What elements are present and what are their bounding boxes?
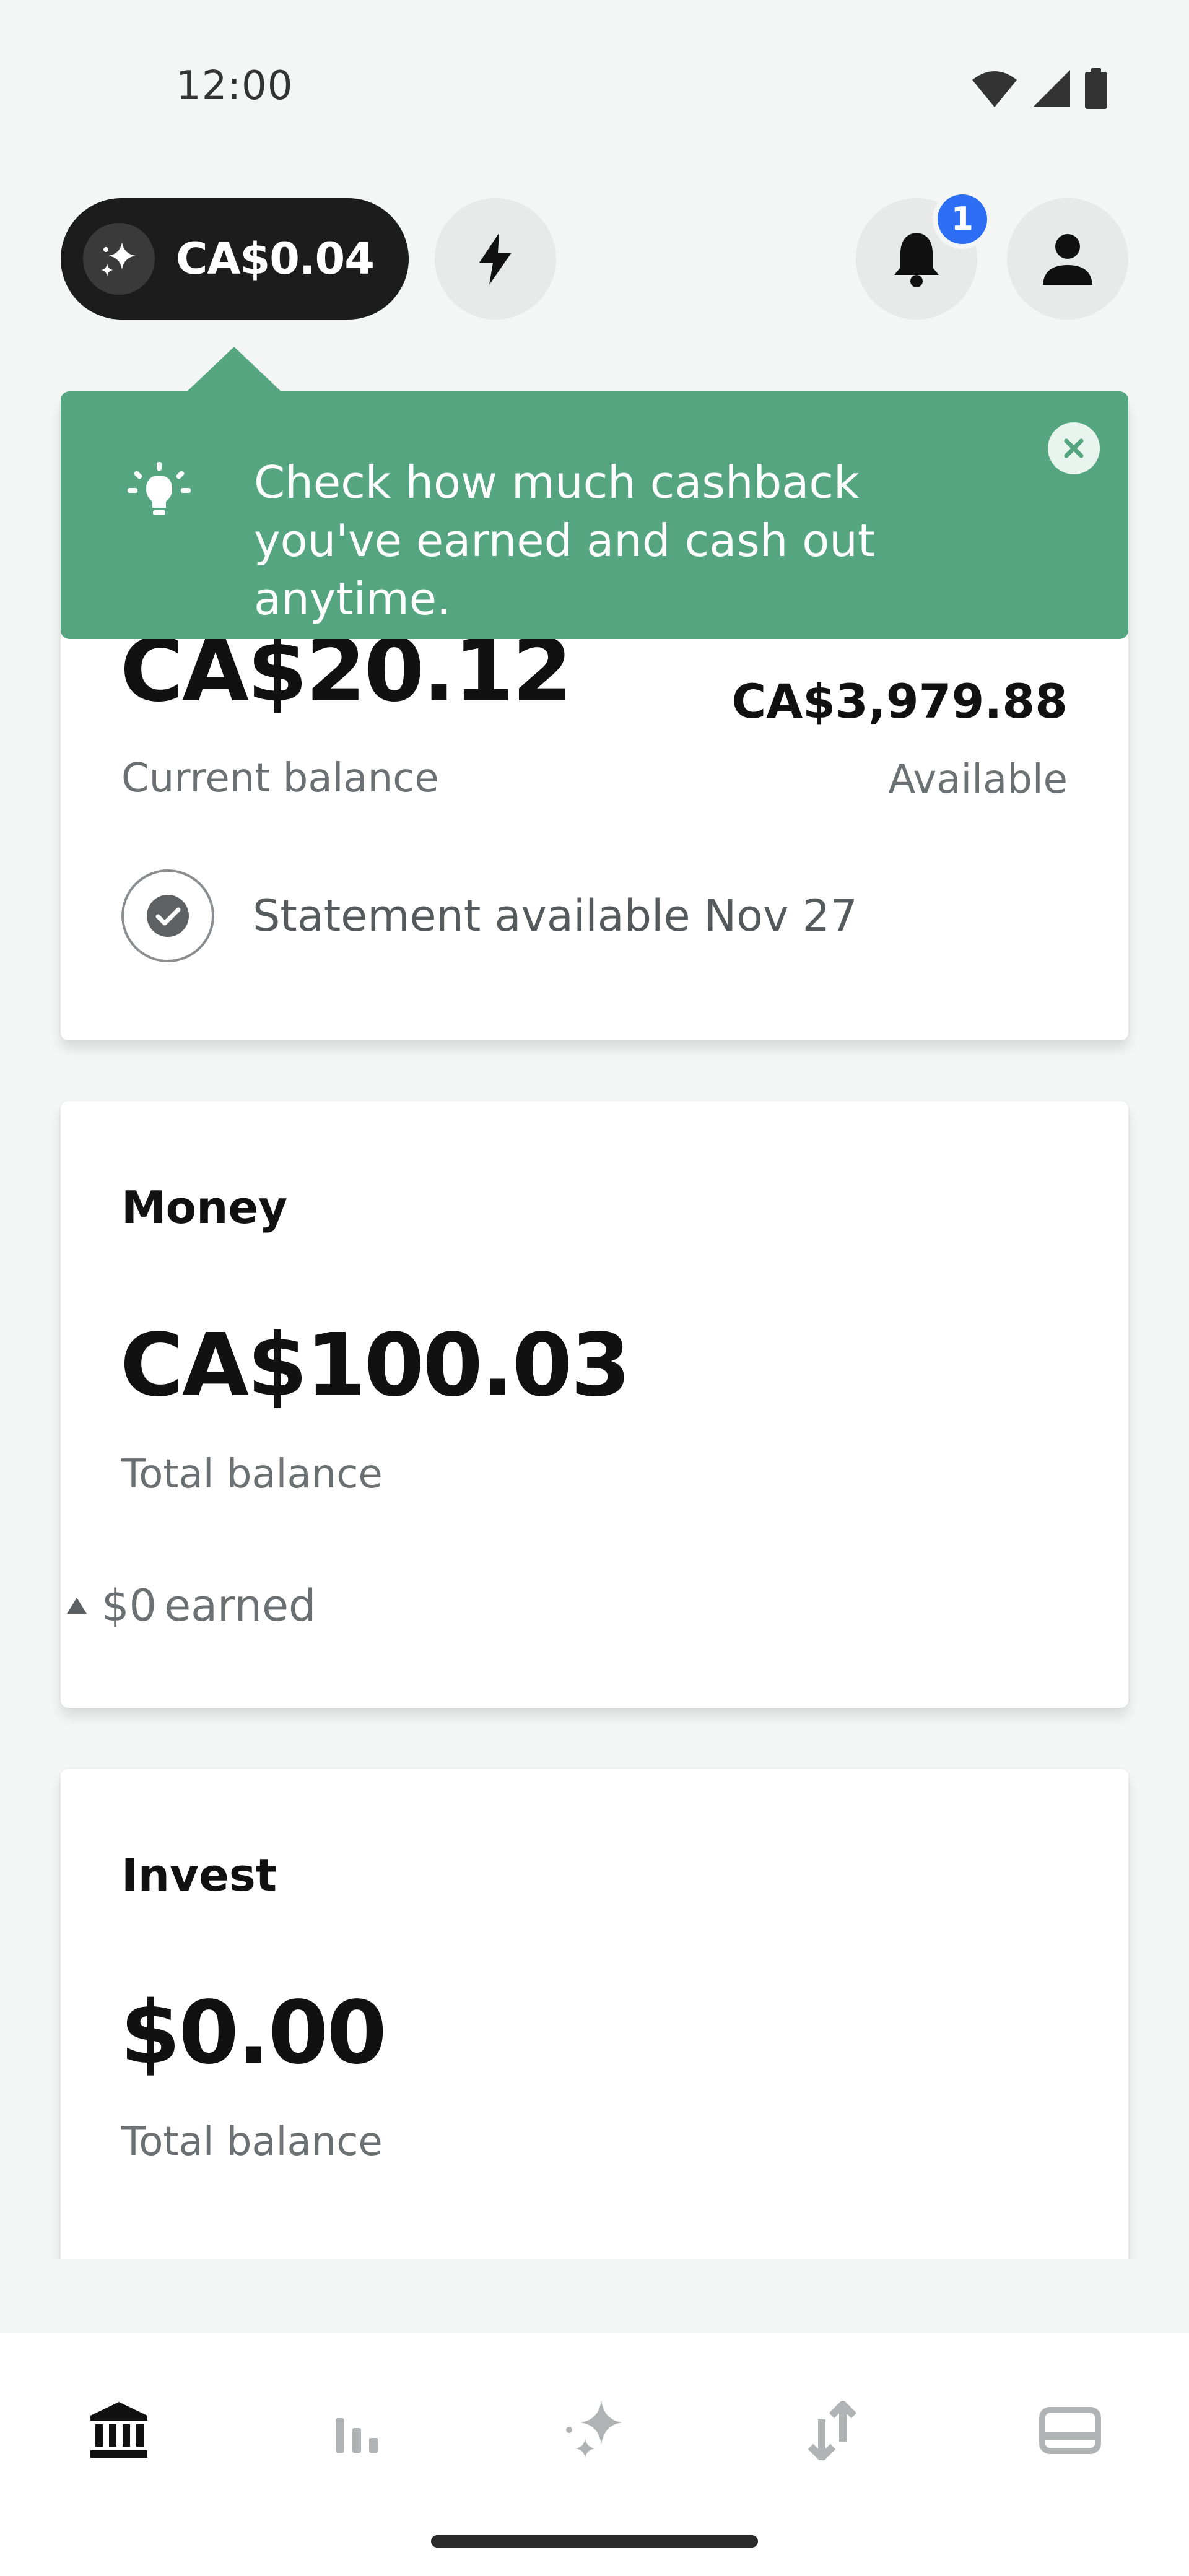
sparkles-icon <box>83 223 155 295</box>
bottom-navigation <box>0 2333 1189 2576</box>
money-earned-label: earned <box>164 1580 316 1631</box>
up-triangle-icon <box>67 1598 87 1614</box>
tooltip-arrow <box>185 347 284 394</box>
status-time: 12:00 <box>176 63 294 109</box>
status-bar: 12:00 <box>0 0 1189 180</box>
invest-card-title: Invest <box>121 1849 277 1901</box>
tooltip-text: Check how much cashback you've earned an… <box>254 456 876 625</box>
status-icons <box>971 68 1107 109</box>
nav-activity[interactable] <box>295 2384 419 2477</box>
money-earned-row: $0 earned <box>67 1580 316 1631</box>
nav-transfers[interactable] <box>770 2384 894 2477</box>
lightning-icon <box>479 233 512 285</box>
money-earned-amount: $0 <box>102 1580 157 1631</box>
person-icon <box>1043 234 1092 285</box>
check-circle-icon <box>121 869 214 962</box>
battery-icon <box>1085 68 1107 109</box>
cashback-amount: CA$0.04 <box>176 233 375 284</box>
invest-total-balance: $0.00 <box>120 1983 387 2084</box>
close-tooltip-button[interactable] <box>1048 422 1100 474</box>
cashback-tooltip: Check how much cashback you've earned an… <box>61 391 1128 639</box>
card-icon <box>1039 2407 1101 2454</box>
bell-icon <box>894 233 939 287</box>
current-balance-label: Current balance <box>121 755 439 801</box>
available-amount: CA$3,979.88 <box>731 674 1068 729</box>
bottom-divider-area <box>0 2259 1189 2333</box>
money-total-balance-label: Total balance <box>121 1451 383 1497</box>
boost-button[interactable] <box>435 198 556 320</box>
money-total-balance: CA$100.03 <box>120 1315 631 1416</box>
invest-total-balance-label: Total balance <box>121 2119 383 2165</box>
home-indicator[interactable] <box>431 2535 758 2548</box>
notification-badge: 1 <box>933 189 992 249</box>
nav-home[interactable] <box>57 2384 181 2477</box>
signal-icon <box>1033 70 1070 107</box>
cashback-button[interactable]: CA$0.04 <box>61 198 409 320</box>
profile-button[interactable] <box>1007 198 1128 320</box>
chart-icon <box>336 2418 378 2453</box>
statement-text: Statement available Nov 27 <box>253 890 858 941</box>
close-icon <box>1064 438 1084 458</box>
lightbulb-icon <box>125 459 193 530</box>
bank-icon <box>90 2402 147 2458</box>
available-label: Available <box>888 757 1068 803</box>
wifi-icon <box>972 71 1017 107</box>
money-card-title: Money <box>121 1181 288 1234</box>
sparkles-icon <box>566 2400 622 2458</box>
statement-row: Statement available Nov 27 <box>121 869 858 962</box>
transfer-icon <box>808 2401 857 2460</box>
nav-card[interactable] <box>1008 2384 1132 2477</box>
nav-rewards[interactable] <box>533 2384 656 2477</box>
